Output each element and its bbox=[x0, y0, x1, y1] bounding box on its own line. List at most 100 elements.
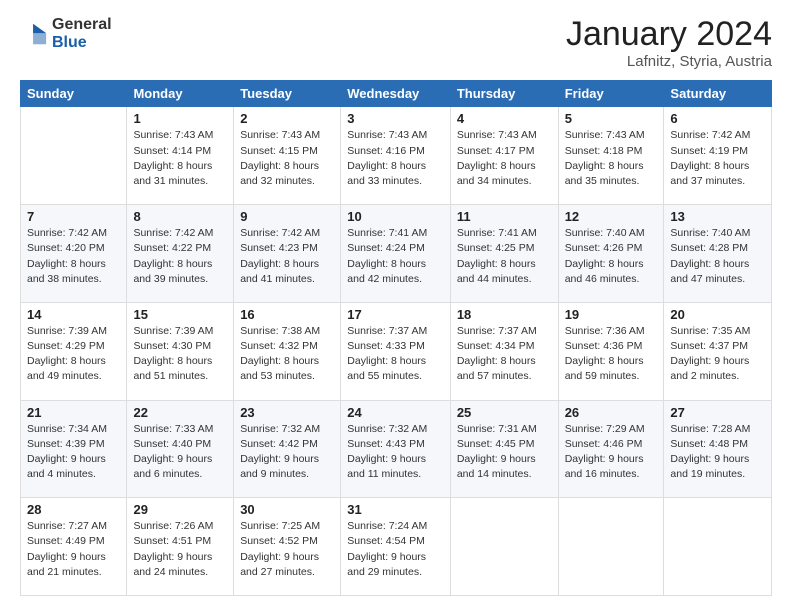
day-number: 22 bbox=[133, 405, 227, 420]
day-cell: 10Sunrise: 7:41 AM Sunset: 4:24 PM Dayli… bbox=[341, 205, 451, 303]
day-cell: 16 Sunrise: 7:38 AM Sunset: 4:32 PM Dayli… bbox=[234, 302, 341, 400]
day-number: 16 bbox=[240, 307, 334, 322]
header-cell-tuesday: Tuesday bbox=[234, 81, 341, 107]
day-number: 31 bbox=[347, 502, 444, 517]
day-cell bbox=[450, 498, 558, 596]
day-info: Sunrise: 7:41 AM Sunset: 4:25 PM Dayligh… bbox=[457, 226, 552, 287]
day-info: Sunrise: 7:42 AM Sunset: 4:19 PM Dayligh… bbox=[670, 128, 765, 189]
week-row-2: 14 Sunrise: 7:39 AM Sunset: 4:29 PM Dayli… bbox=[21, 302, 772, 400]
day-info: Sunrise: 7:40 AM Sunset: 4:28 PM Dayligh… bbox=[670, 226, 765, 287]
day-cell: 3 Sunrise: 7:43 AM Sunset: 4:16 PM Daylig… bbox=[341, 107, 451, 205]
day-cell: 25 Sunrise: 7:31 AM Sunset: 4:45 PM Dayli… bbox=[450, 400, 558, 498]
day-cell: 2 Sunrise: 7:43 AM Sunset: 4:15 PM Daylig… bbox=[234, 107, 341, 205]
header-cell-sunday: Sunday bbox=[21, 81, 127, 107]
day-cell: 24Sunrise: 7:32 AM Sunset: 4:43 PM Dayli… bbox=[341, 400, 451, 498]
day-number: 23 bbox=[240, 405, 334, 420]
day-number: 3 bbox=[347, 111, 444, 126]
day-cell: 11 Sunrise: 7:41 AM Sunset: 4:25 PM Dayli… bbox=[450, 205, 558, 303]
logo-text: General Blue bbox=[52, 16, 112, 51]
header-cell-wednesday: Wednesday bbox=[341, 81, 451, 107]
logo-icon bbox=[20, 20, 48, 48]
day-number: 25 bbox=[457, 405, 552, 420]
day-cell: 23Sunrise: 7:32 AM Sunset: 4:42 PM Dayli… bbox=[234, 400, 341, 498]
day-cell bbox=[664, 498, 772, 596]
day-info: Sunrise: 7:37 AM Sunset: 4:33 PM Dayligh… bbox=[347, 324, 444, 385]
week-row-3: 21 Sunrise: 7:34 AM Sunset: 4:39 PM Dayli… bbox=[21, 400, 772, 498]
day-number: 20 bbox=[670, 307, 765, 322]
day-info: Sunrise: 7:35 AM Sunset: 4:37 PM Dayligh… bbox=[670, 324, 765, 385]
day-number: 28 bbox=[27, 502, 120, 517]
day-cell: 14 Sunrise: 7:39 AM Sunset: 4:29 PM Dayli… bbox=[21, 302, 127, 400]
day-cell: 5 Sunrise: 7:43 AM Sunset: 4:18 PM Daylig… bbox=[558, 107, 664, 205]
day-number: 12 bbox=[565, 209, 658, 224]
day-info: Sunrise: 7:27 AM Sunset: 4:49 PM Dayligh… bbox=[27, 519, 120, 580]
day-info: Sunrise: 7:42 AM Sunset: 4:22 PM Dayligh… bbox=[133, 226, 227, 287]
day-info: Sunrise: 7:38 AM Sunset: 4:32 PM Dayligh… bbox=[240, 324, 334, 385]
header-cell-monday: Monday bbox=[127, 81, 234, 107]
week-row-1: 7Sunrise: 7:42 AM Sunset: 4:20 PM Daylig… bbox=[21, 205, 772, 303]
day-number: 19 bbox=[565, 307, 658, 322]
day-info: Sunrise: 7:34 AM Sunset: 4:39 PM Dayligh… bbox=[27, 422, 120, 483]
day-cell: 22 Sunrise: 7:33 AM Sunset: 4:40 PM Dayli… bbox=[127, 400, 234, 498]
day-cell: 13Sunrise: 7:40 AM Sunset: 4:28 PM Dayli… bbox=[664, 205, 772, 303]
day-info: Sunrise: 7:43 AM Sunset: 4:15 PM Dayligh… bbox=[240, 128, 334, 189]
calendar-title: January 2024 bbox=[566, 16, 772, 53]
week-row-4: 28 Sunrise: 7:27 AM Sunset: 4:49 PM Dayli… bbox=[21, 498, 772, 596]
day-cell: 29Sunrise: 7:26 AM Sunset: 4:51 PM Dayli… bbox=[127, 498, 234, 596]
day-number: 14 bbox=[27, 307, 120, 322]
day-cell: 12 Sunrise: 7:40 AM Sunset: 4:26 PM Dayli… bbox=[558, 205, 664, 303]
day-number: 21 bbox=[27, 405, 120, 420]
day-number: 26 bbox=[565, 405, 658, 420]
header-cell-saturday: Saturday bbox=[664, 81, 772, 107]
day-cell: 31 Sunrise: 7:24 AM Sunset: 4:54 PM Dayli… bbox=[341, 498, 451, 596]
day-cell: 30 Sunrise: 7:25 AM Sunset: 4:52 PM Dayli… bbox=[234, 498, 341, 596]
day-info: Sunrise: 7:29 AM Sunset: 4:46 PM Dayligh… bbox=[565, 422, 658, 483]
day-cell: 19 Sunrise: 7:36 AM Sunset: 4:36 PM Dayli… bbox=[558, 302, 664, 400]
day-number: 18 bbox=[457, 307, 552, 322]
header-cell-thursday: Thursday bbox=[450, 81, 558, 107]
day-info: Sunrise: 7:43 AM Sunset: 4:16 PM Dayligh… bbox=[347, 128, 444, 189]
week-row-0: 1 Sunrise: 7:43 AM Sunset: 4:14 PM Daylig… bbox=[21, 107, 772, 205]
day-info: Sunrise: 7:37 AM Sunset: 4:34 PM Dayligh… bbox=[457, 324, 552, 385]
day-cell: 1 Sunrise: 7:43 AM Sunset: 4:14 PM Daylig… bbox=[127, 107, 234, 205]
day-number: 30 bbox=[240, 502, 334, 517]
header: General Blue January 2024 Lafnitz, Styri… bbox=[20, 16, 772, 70]
header-row: SundayMondayTuesdayWednesdayThursdayFrid… bbox=[21, 81, 772, 107]
day-info: Sunrise: 7:39 AM Sunset: 4:29 PM Dayligh… bbox=[27, 324, 120, 385]
day-number: 11 bbox=[457, 209, 552, 224]
day-number: 9 bbox=[240, 209, 334, 224]
day-number: 27 bbox=[670, 405, 765, 420]
day-cell: 9Sunrise: 7:42 AM Sunset: 4:23 PM Daylig… bbox=[234, 205, 341, 303]
day-info: Sunrise: 7:39 AM Sunset: 4:30 PM Dayligh… bbox=[133, 324, 227, 385]
day-info: Sunrise: 7:33 AM Sunset: 4:40 PM Dayligh… bbox=[133, 422, 227, 483]
day-info: Sunrise: 7:43 AM Sunset: 4:14 PM Dayligh… bbox=[133, 128, 227, 189]
day-number: 5 bbox=[565, 111, 658, 126]
day-number: 17 bbox=[347, 307, 444, 322]
calendar-table: SundayMondayTuesdayWednesdayThursdayFrid… bbox=[20, 80, 772, 596]
day-cell: 18 Sunrise: 7:37 AM Sunset: 4:34 PM Dayli… bbox=[450, 302, 558, 400]
day-cell: 4Sunrise: 7:43 AM Sunset: 4:17 PM Daylig… bbox=[450, 107, 558, 205]
day-number: 8 bbox=[133, 209, 227, 224]
day-number: 6 bbox=[670, 111, 765, 126]
day-info: Sunrise: 7:25 AM Sunset: 4:52 PM Dayligh… bbox=[240, 519, 334, 580]
day-cell: 7Sunrise: 7:42 AM Sunset: 4:20 PM Daylig… bbox=[21, 205, 127, 303]
day-info: Sunrise: 7:26 AM Sunset: 4:51 PM Dayligh… bbox=[133, 519, 227, 580]
day-info: Sunrise: 7:31 AM Sunset: 4:45 PM Dayligh… bbox=[457, 422, 552, 483]
day-cell: 6 Sunrise: 7:42 AM Sunset: 4:19 PM Daylig… bbox=[664, 107, 772, 205]
day-cell bbox=[558, 498, 664, 596]
day-info: Sunrise: 7:40 AM Sunset: 4:26 PM Dayligh… bbox=[565, 226, 658, 287]
day-info: Sunrise: 7:36 AM Sunset: 4:36 PM Dayligh… bbox=[565, 324, 658, 385]
day-number: 10 bbox=[347, 209, 444, 224]
logo-blue-text: Blue bbox=[52, 34, 112, 52]
day-cell: 21 Sunrise: 7:34 AM Sunset: 4:39 PM Dayli… bbox=[21, 400, 127, 498]
header-cell-friday: Friday bbox=[558, 81, 664, 107]
day-cell: 27 Sunrise: 7:28 AM Sunset: 4:48 PM Dayli… bbox=[664, 400, 772, 498]
day-info: Sunrise: 7:28 AM Sunset: 4:48 PM Dayligh… bbox=[670, 422, 765, 483]
day-info: Sunrise: 7:24 AM Sunset: 4:54 PM Dayligh… bbox=[347, 519, 444, 580]
day-number: 2 bbox=[240, 111, 334, 126]
day-number: 1 bbox=[133, 111, 227, 126]
day-info: Sunrise: 7:43 AM Sunset: 4:18 PM Dayligh… bbox=[565, 128, 658, 189]
day-cell bbox=[21, 107, 127, 205]
day-cell: 8 Sunrise: 7:42 AM Sunset: 4:22 PM Daylig… bbox=[127, 205, 234, 303]
day-cell: 20 Sunrise: 7:35 AM Sunset: 4:37 PM Dayli… bbox=[664, 302, 772, 400]
